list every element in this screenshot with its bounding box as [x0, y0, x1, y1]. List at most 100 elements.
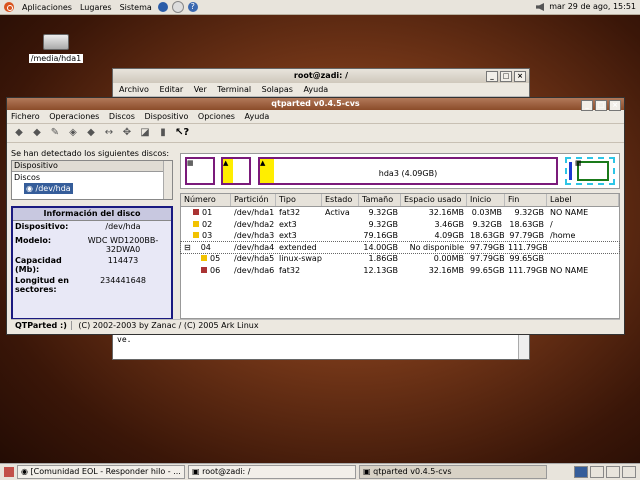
terminal-title: root@zadi: / — [293, 71, 349, 80]
terminal-menu-ver[interactable]: Ver — [194, 85, 207, 94]
linux-icon: ▲ — [260, 159, 266, 167]
top-panel: Aplicaciones Lugares Sistema ? mar 29 de… — [0, 0, 640, 15]
minimize-button[interactable]: _ — [581, 100, 593, 111]
arrows-icon[interactable]: ↔ — [103, 127, 115, 139]
device-tree[interactable]: Dispositivo Discos ◉ /dev/hda — [11, 160, 173, 200]
partition-block-hda1[interactable]: ▦ — [185, 157, 215, 185]
collapse-icon[interactable]: ⊟ — [184, 243, 191, 252]
qtparted-menubar: Fichero Operaciones Discos Dispositivo O… — [7, 110, 624, 124]
menu-ayuda[interactable]: Ayuda — [245, 112, 270, 121]
terminal-menu-editar[interactable]: Editar — [159, 85, 183, 94]
terminal-menubar: Archivo Editar Ver Terminal Solapas Ayud… — [113, 83, 529, 97]
clock[interactable]: mar 29 de ago, 15:51 — [549, 2, 636, 11]
delete-icon[interactable]: ▮ — [157, 127, 169, 139]
new-partition-icon[interactable]: ◆ — [13, 127, 25, 139]
menu-sistema[interactable]: Sistema — [116, 3, 156, 12]
volume-icon[interactable] — [536, 3, 544, 11]
maximize-button[interactable]: □ — [500, 71, 512, 82]
detected-disks-label: Se han detectado los siguientes discos: — [11, 149, 170, 158]
menu-opciones[interactable]: Opciones — [198, 112, 235, 121]
terminal-menu-ayuda[interactable]: Ayuda — [303, 85, 328, 94]
col-espacio-usado[interactable]: Espacio usado — [401, 194, 467, 206]
hard-drive-icon — [43, 34, 69, 50]
menu-aplicaciones[interactable]: Aplicaciones — [18, 3, 76, 12]
properties-icon[interactable]: ✎ — [49, 127, 61, 139]
close-button[interactable]: × — [514, 71, 526, 82]
menu-fichero[interactable]: Fichero — [11, 112, 40, 121]
table-row[interactable]: 02 /dev/hda2 ext3 9.32GB 3.46GB 9.32GB 1… — [181, 219, 619, 231]
terminal-menu-terminal[interactable]: Terminal — [217, 85, 251, 94]
partition-block-hda2[interactable]: ▲ — [221, 157, 251, 185]
partition-block-hda3-label: hda3 (4.09GB) — [378, 169, 438, 178]
left-panel: Se han detectado los siguientes discos: … — [11, 149, 173, 320]
device-hda-item[interactable]: ◉ /dev/hda — [24, 183, 73, 194]
partition-block-extended[interactable]: ▦ — [565, 157, 615, 185]
col-inicio[interactable]: Inicio — [467, 194, 505, 206]
terminal-titlebar[interactable]: root@zadi: / _ □ × — [113, 69, 529, 83]
table-row[interactable]: 05 /dev/hda5 linux-swap 1.86GB 0.00MB 97… — [181, 253, 619, 265]
col-tipo[interactable]: Tipo — [276, 194, 322, 206]
linux-icon — [201, 255, 207, 261]
show-desktop-icon[interactable] — [4, 467, 14, 477]
whats-this-icon[interactable]: ↖? — [175, 127, 189, 139]
table-row[interactable]: 06 /dev/hda6 fat32 12.13GB 32.16MB 99.65… — [181, 265, 619, 277]
workspace-2[interactable] — [590, 466, 604, 478]
format-icon[interactable]: ◆ — [31, 127, 43, 139]
workspace-4[interactable] — [622, 466, 636, 478]
status-left: QTParted :) — [11, 321, 72, 330]
col-numero[interactable]: Número — [181, 194, 231, 206]
bottom-panel: ◉ [Comunidad EOL - Responder hilo - ... … — [0, 463, 640, 480]
task-browser[interactable]: ◉ [Comunidad EOL - Responder hilo - ... — [17, 465, 185, 479]
fat-icon — [193, 209, 199, 215]
ubuntu-logo-icon[interactable] — [4, 2, 14, 12]
task-terminal[interactable]: ▣ root@zadi: / — [188, 465, 356, 479]
menu-dispositivo[interactable]: Dispositivo — [144, 112, 188, 121]
col-label[interactable]: Label — [547, 194, 619, 206]
resize-icon[interactable]: ◈ — [67, 127, 79, 139]
fat-icon: ▦ — [187, 159, 194, 167]
table-row-extended[interactable]: ⊟ 04 /dev/hda4 extended 14.00GB No dispon… — [180, 240, 620, 254]
disk-info-panel: Información del disco Dispositivo: /dev/… — [11, 206, 173, 320]
qtparted-icon: ▣ — [363, 467, 374, 476]
disk-info-title: Información del disco — [13, 208, 171, 221]
task-qtparted[interactable]: ▣ qtparted v0.4.5-cvs — [359, 465, 547, 479]
col-tamano[interactable]: Tamaño — [359, 194, 401, 206]
workspace-3[interactable] — [606, 466, 620, 478]
copy-icon[interactable]: ◪ — [139, 127, 151, 139]
info-row-device: Dispositivo: /dev/hda — [15, 222, 141, 231]
close-button[interactable]: × — [609, 100, 621, 111]
menu-lugares[interactable]: Lugares — [76, 3, 116, 12]
terminal-icon: ▣ — [192, 467, 203, 476]
qtparted-titlebar[interactable]: qtparted v0.4.5-cvs _ □ × — [7, 98, 624, 111]
table-row[interactable]: 01 /dev/hda1 fat32 Activa 9.32GB 32.16MB… — [181, 207, 619, 219]
desktop-drive-icon[interactable]: /media/hda1 — [28, 34, 84, 63]
maximize-button[interactable]: □ — [595, 100, 607, 111]
linux-icon — [193, 232, 199, 238]
menu-discos[interactable]: Discos — [109, 112, 135, 121]
partition-table: Número Partición Tipo Estado Tamaño Espa… — [180, 193, 620, 319]
menu-operaciones[interactable]: Operaciones — [49, 112, 99, 121]
col-estado[interactable]: Estado — [322, 194, 359, 206]
minimize-button[interactable]: _ — [486, 71, 498, 82]
terminal-menu-archivo[interactable]: Archivo — [119, 85, 149, 94]
move-arrows-icon[interactable]: ✥ — [121, 127, 133, 139]
qtparted-window: qtparted v0.4.5-cvs _ □ × Fichero Operac… — [6, 97, 625, 335]
info-row-capacity: Capacidad (Mb): 114473 — [15, 256, 139, 274]
status-right: (C) 2002-2003 by Zanac / (C) 2005 Ark Li… — [78, 321, 259, 330]
col-fin[interactable]: Fin — [505, 194, 547, 206]
table-row[interactable]: 03 /dev/hda3 ext3 79.16GB 4.09GB 18.63GB… — [181, 230, 619, 242]
discos-node[interactable]: Discos — [12, 172, 172, 183]
col-particion[interactable]: Partición — [231, 194, 276, 206]
table-header: Número Partición Tipo Estado Tamaño Espa… — [181, 194, 619, 207]
partition-block-hda3[interactable]: ▲ hda3 (4.09GB) — [258, 157, 558, 185]
mail-launcher-icon[interactable] — [171, 1, 184, 13]
terminal-menu-solapas[interactable]: Solapas — [262, 85, 293, 94]
fat-icon: ▦ — [575, 159, 582, 167]
fat-icon — [201, 266, 207, 273]
workspace-1[interactable] — [574, 466, 588, 478]
device-tree-scrollbar[interactable] — [163, 161, 172, 199]
device-column-header[interactable]: Dispositivo — [12, 161, 172, 172]
help-launcher-icon[interactable]: ? — [187, 2, 198, 12]
browser-launcher-icon[interactable] — [157, 2, 168, 12]
move-icon[interactable]: ◆ — [85, 127, 97, 139]
